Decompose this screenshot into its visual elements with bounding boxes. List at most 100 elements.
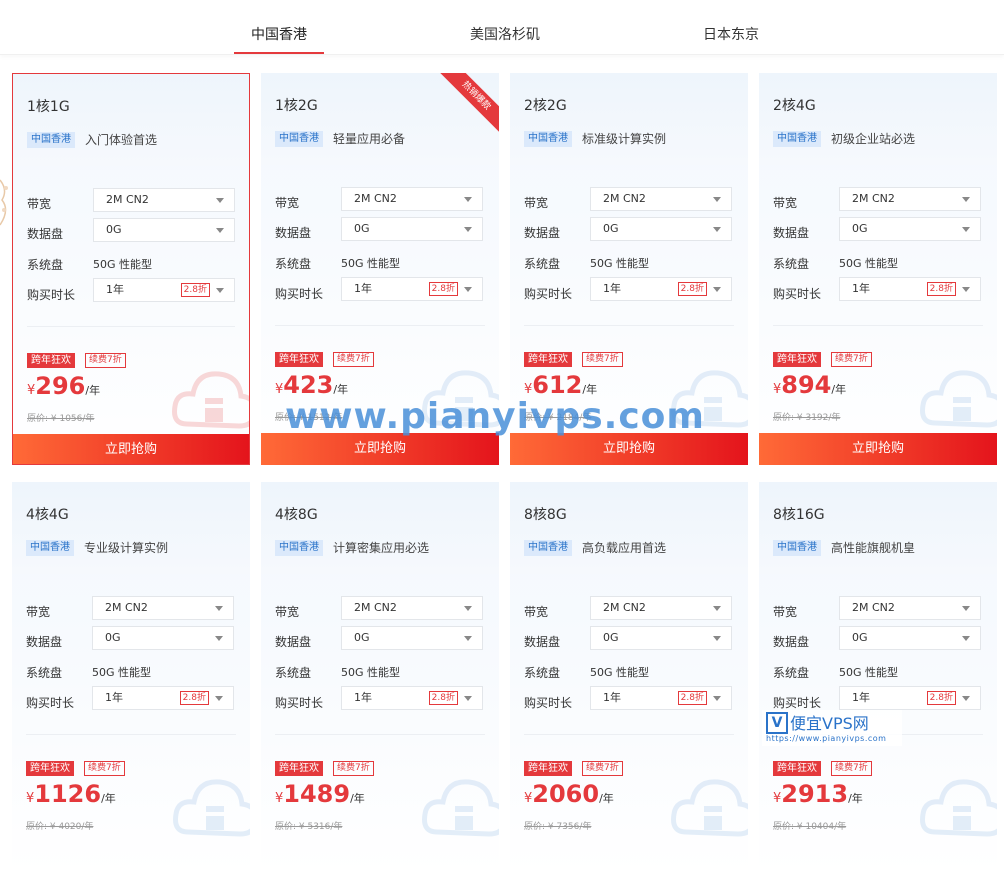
buy-now-button[interactable]: 立即抢购 [759, 433, 997, 465]
bandwidth-label: 带宽 [27, 197, 52, 211]
data-disk-select[interactable]: 0G [590, 217, 732, 241]
buy-now-button[interactable]: 立即抢购 [261, 433, 499, 465]
data-disk-label: 数据盘 [773, 635, 810, 649]
system-disk-label: 系统盘 [27, 258, 64, 272]
chevron-down-icon [962, 227, 970, 232]
data-disk-label: 数据盘 [524, 226, 561, 240]
system-disk-label: 系统盘 [524, 257, 561, 271]
decorative-branch-icon [0, 179, 8, 226]
tab-hongkong[interactable]: 中国香港 [234, 0, 324, 54]
discount-badge: 2.8折 [926, 282, 956, 296]
data-disk-select[interactable]: 0G [341, 217, 483, 241]
tab-label: 中国香港 [251, 27, 307, 43]
product-card[interactable]: 2核4G 中国香港 初级企业站必选 带宽 2M CN2 数据盘 0G 系统盘 5… [759, 73, 997, 465]
plan-name: 1核1G [27, 99, 70, 115]
price-unit: /年 [582, 383, 598, 396]
select-value: 1年 [354, 282, 372, 295]
original-price: 原价: ¥ 4020/年 [26, 822, 94, 832]
select-value: 1年 [603, 282, 621, 295]
discount-badge: 2.8折 [677, 282, 707, 296]
chevron-down-icon [713, 227, 721, 232]
chevron-down-icon [464, 696, 472, 701]
data-disk-select[interactable]: 0G [93, 218, 235, 242]
price-unit: /年 [85, 384, 101, 397]
duration-select[interactable]: 1年 2.8折 [839, 277, 981, 301]
data-disk-select[interactable]: 0G [341, 626, 483, 650]
region-tabs: 中国香港 美国洛杉矶 日本东京 [0, 0, 1004, 55]
chevron-down-icon [216, 198, 224, 203]
duration-label: 购买时长 [27, 288, 76, 302]
duration-select[interactable]: 1年 2.8折 [839, 686, 981, 710]
product-card[interactable]: 4核4G 中国香港 专业级计算实例 带宽 2M CN2 数据盘 0G 系统盘 5… [12, 482, 250, 874]
bandwidth-select[interactable]: 2M CN2 [341, 596, 483, 620]
select-value: 1年 [603, 691, 621, 704]
price-value: 423 [283, 371, 334, 399]
duration-select[interactable]: 1年 2.8折 [590, 277, 732, 301]
region-tag: 中国香港 [275, 131, 323, 147]
data-disk-select[interactable]: 0G [839, 626, 981, 650]
tab-tokyo[interactable]: 日本东京 [686, 0, 776, 54]
system-disk-label: 系统盘 [773, 257, 810, 271]
buy-now-button[interactable]: 立即抢购 [13, 434, 249, 464]
chevron-down-icon [215, 636, 223, 641]
duration-select[interactable]: 1年 2.8折 [93, 278, 235, 302]
divider [26, 734, 236, 735]
plan-name: 2核2G [524, 98, 567, 114]
original-price: 原价: ¥ 7356/年 [524, 822, 592, 832]
renew-badge: 续费7折 [582, 352, 623, 367]
data-disk-select[interactable]: 0G [92, 626, 234, 650]
renew-badge: 续费7折 [85, 353, 126, 368]
card-header [759, 73, 997, 165]
product-card[interactable]: 1核1G 中国香港 入门体验首选 带宽 2M CN2 数据盘 0G 系统盘 50… [12, 73, 250, 465]
card-header [759, 482, 997, 574]
bandwidth-label: 带宽 [26, 605, 51, 619]
product-card[interactable]: 4核8G 中国香港 计算密集应用必选 带宽 2M CN2 数据盘 0G 系统盘 … [261, 482, 499, 874]
region-tag: 中国香港 [773, 131, 821, 147]
bandwidth-select[interactable]: 2M CN2 [839, 596, 981, 620]
buy-now-button[interactable]: 立即抢购 [510, 433, 748, 465]
chevron-down-icon [713, 606, 721, 611]
bandwidth-select[interactable]: 2M CN2 [590, 187, 732, 211]
data-disk-label: 数据盘 [773, 226, 810, 240]
duration-label: 购买时长 [524, 696, 573, 710]
system-disk-label: 系统盘 [275, 257, 312, 271]
region-tag: 中国香港 [524, 540, 572, 556]
bandwidth-select[interactable]: 2M CN2 [92, 596, 234, 620]
select-value: 0G [852, 222, 868, 235]
system-disk-value: 50G 性能型 [839, 666, 899, 679]
bandwidth-select[interactable]: 2M CN2 [93, 188, 235, 212]
product-card[interactable]: 8核16G 中国香港 高性能旗舰机皇 带宽 2M CN2 数据盘 0G 系统盘 … [759, 482, 997, 874]
system-disk-value: 50G 性能型 [590, 666, 650, 679]
region-tag: 中国香港 [773, 540, 821, 556]
duration-label: 购买时长 [26, 696, 75, 710]
duration-select[interactable]: 1年 2.8折 [341, 277, 483, 301]
chevron-down-icon [464, 606, 472, 611]
plan-name: 4核4G [26, 507, 69, 523]
duration-select[interactable]: 1年 2.8折 [590, 686, 732, 710]
tab-los-angeles[interactable]: 美国洛杉矶 [455, 0, 555, 54]
cloud-icon [172, 371, 249, 429]
select-value: 2M CN2 [105, 601, 148, 614]
renew-badge: 续费7折 [84, 761, 125, 776]
select-value: 1年 [106, 283, 124, 296]
bandwidth-select[interactable]: 2M CN2 [590, 596, 732, 620]
chevron-down-icon [713, 197, 721, 202]
active-tab-underline [234, 52, 324, 54]
data-disk-select[interactable]: 0G [839, 217, 981, 241]
duration-select[interactable]: 1年 2.8折 [92, 686, 234, 710]
chevron-down-icon [962, 696, 970, 701]
price-unit: /年 [101, 792, 116, 805]
discount-badge: 2.8折 [179, 691, 209, 705]
product-card[interactable]: 8核8G 中国香港 高负载应用首选 带宽 2M CN2 数据盘 0G 系统盘 5… [510, 482, 748, 874]
duration-select[interactable]: 1年 2.8折 [341, 686, 483, 710]
data-disk-select[interactable]: 0G [590, 626, 732, 650]
bandwidth-label: 带宽 [773, 605, 798, 619]
plan-description: 轻量应用必备 [333, 132, 406, 146]
plan-name: 8核16G [773, 507, 825, 523]
renew-badge: 续费7折 [831, 761, 872, 776]
system-disk-value: 50G 性能型 [590, 257, 650, 270]
system-disk-value: 50G 性能型 [839, 257, 899, 270]
bandwidth-select[interactable]: 2M CN2 [341, 187, 483, 211]
bandwidth-select[interactable]: 2M CN2 [839, 187, 981, 211]
bandwidth-label: 带宽 [773, 196, 798, 210]
